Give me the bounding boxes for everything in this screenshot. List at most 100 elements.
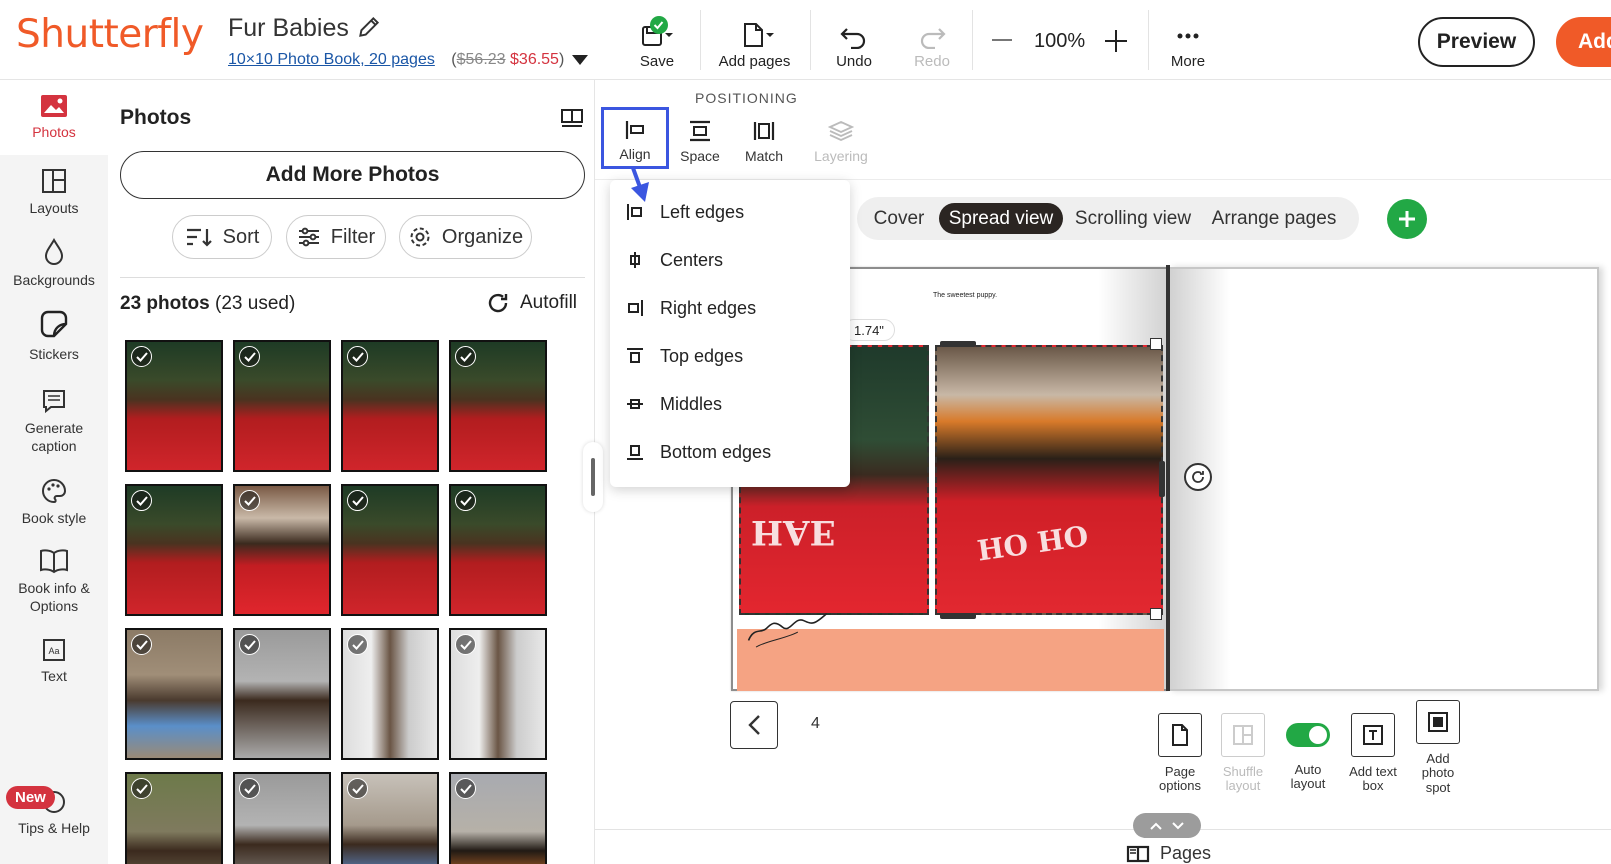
auto-layout-toggle[interactable]: Auto layout	[1272, 713, 1344, 792]
nav-generate-caption[interactable]: Generate caption	[0, 388, 108, 455]
menu-item-label: Right edges	[660, 297, 757, 318]
preview-button[interactable]: Preview	[1418, 17, 1535, 67]
photo-thumbnail[interactable]	[125, 772, 223, 864]
gear-icon	[410, 227, 430, 247]
menu-item-top-edges[interactable]: Top edges	[610, 334, 850, 378]
add-page-plus-button[interactable]	[1387, 199, 1427, 239]
add-pages-button[interactable]: Add pages	[712, 10, 797, 70]
checkmark-icon	[239, 778, 260, 799]
photo-thumbnail[interactable]	[449, 628, 547, 760]
resize-handle[interactable]	[940, 613, 976, 619]
nav-book-style[interactable]: Book style	[0, 478, 108, 528]
add-page-icon	[743, 23, 774, 47]
menu-item-bottom-edges[interactable]: Bottom edges	[610, 430, 850, 474]
layering-label: Layering	[814, 148, 868, 164]
tab-arrange-pages[interactable]: Arrange pages	[1203, 203, 1345, 234]
page-caption[interactable]: The sweetest puppy.	[933, 292, 997, 299]
photo-thumbnail[interactable]	[449, 484, 547, 616]
photo-thumbnail[interactable]	[233, 340, 331, 472]
photo-thumbnail[interactable]	[341, 340, 439, 472]
undo-button[interactable]: Undo	[824, 10, 884, 70]
nav-backgrounds[interactable]: Backgrounds	[0, 238, 108, 290]
panel-toggle-icon[interactable]	[560, 108, 584, 128]
right-page[interactable]	[1168, 267, 1599, 691]
filter-button[interactable]: Filter	[286, 215, 386, 259]
nav-book-info[interactable]: Book info & Options	[0, 548, 108, 615]
add-text-box-button[interactable]: Add text box	[1337, 713, 1409, 794]
resize-handle[interactable]	[1150, 338, 1162, 350]
tab-cover[interactable]: Cover	[865, 203, 933, 234]
layering-button[interactable]: Layering	[801, 116, 881, 174]
shutterfly-logo[interactable]: Shutterfly	[16, 12, 204, 57]
toggle-switch[interactable]	[1286, 723, 1330, 747]
more-button[interactable]: More	[1160, 10, 1216, 70]
previous-page-button[interactable]	[730, 701, 778, 749]
pages-collapse-toggle[interactable]	[1133, 813, 1201, 838]
zoom-out-button[interactable]	[990, 28, 1014, 52]
organize-label: Organize	[441, 225, 524, 248]
tab-scrolling-view[interactable]: Scrolling view	[1069, 203, 1197, 234]
caption-icon	[41, 388, 67, 414]
chevron-up-icon	[1150, 822, 1162, 830]
nav-text-label: Text	[41, 668, 67, 684]
space-button[interactable]: Space	[668, 116, 732, 174]
photo-thumbnail[interactable]	[341, 484, 439, 616]
nav-text[interactable]: Aa Text	[0, 638, 108, 686]
tab-spread-view[interactable]: Spread view	[939, 203, 1063, 234]
photo-thumbnail[interactable]	[233, 484, 331, 616]
photo-thumbnail[interactable]	[449, 772, 547, 864]
menu-item-centers[interactable]: Centers	[610, 238, 850, 282]
old-price: $56.23	[456, 51, 506, 68]
product-link[interactable]: 10×10 Photo Book, 20 pages	[228, 51, 435, 68]
shuffle-layout-button[interactable]: Shuffle layout	[1207, 713, 1279, 794]
chevron-down-icon[interactable]	[572, 55, 588, 65]
match-button[interactable]: Match	[732, 116, 796, 174]
photo-spot-right[interactable]: HO HO	[935, 345, 1163, 615]
toolbar-divider	[700, 10, 701, 70]
sort-label: Sort	[222, 225, 260, 248]
redo-button[interactable]: Redo	[902, 10, 962, 70]
nav-photos[interactable]: Photos	[0, 80, 108, 155]
save-button[interactable]: Save	[622, 10, 692, 70]
resize-handle[interactable]	[1159, 461, 1165, 497]
add-photo-spot-button[interactable]: Add photo spot	[1402, 700, 1474, 795]
photo-thumbnail[interactable]	[125, 628, 223, 760]
page-options-button[interactable]: Page options	[1144, 713, 1216, 794]
add-more-photos-button[interactable]: Add More Photos	[120, 151, 585, 199]
zoom-level: 100%	[1034, 30, 1086, 52]
photo-thumbnail[interactable]	[125, 340, 223, 472]
resize-handle[interactable]	[940, 341, 976, 347]
nav-layouts[interactable]: Layouts	[0, 168, 108, 218]
edit-pencil-icon[interactable]	[356, 14, 382, 40]
palette-icon	[41, 478, 67, 504]
toolbar-divider	[810, 10, 811, 70]
space-icon	[690, 120, 710, 142]
photo-thumbnail[interactable]	[233, 772, 331, 864]
resize-handle[interactable]	[1150, 608, 1162, 620]
photo-spot-icon	[1416, 700, 1460, 744]
zoom-in-button[interactable]	[1103, 28, 1129, 54]
project-name[interactable]: Fur Babies	[228, 14, 349, 43]
autofill-button[interactable]: Autofill	[486, 291, 577, 315]
pages-tray-button[interactable]: Pages	[1126, 843, 1211, 864]
photo-thumbnail[interactable]	[449, 340, 547, 472]
menu-item-middles[interactable]: Middles	[610, 382, 850, 426]
sort-button[interactable]: Sort	[172, 215, 272, 259]
rotate-icon[interactable]	[1184, 463, 1212, 491]
photo-thumbnail[interactable]	[341, 772, 439, 864]
menu-item-right-edges[interactable]: Right edges	[610, 286, 850, 330]
panel-resize-handle[interactable]	[583, 442, 603, 512]
top-bar: Shutterfly Fur Babies 10×10 Photo Book, …	[0, 0, 1611, 80]
photo-icon	[40, 94, 68, 118]
align-middles-icon	[610, 395, 660, 413]
more-label: More	[1170, 53, 1206, 70]
photo-thumbnail[interactable]	[233, 628, 331, 760]
photo-thumbnail[interactable]	[341, 628, 439, 760]
add-to-cart-button[interactable]: Add	[1556, 17, 1611, 67]
undo-icon	[840, 28, 866, 49]
photo-thumbnail[interactable]	[125, 484, 223, 616]
align-button[interactable]: Align	[601, 107, 669, 169]
organize-button[interactable]: Organize	[399, 215, 532, 259]
nav-stickers[interactable]: Stickers	[0, 308, 108, 364]
pointer-arrow-icon	[629, 166, 655, 206]
